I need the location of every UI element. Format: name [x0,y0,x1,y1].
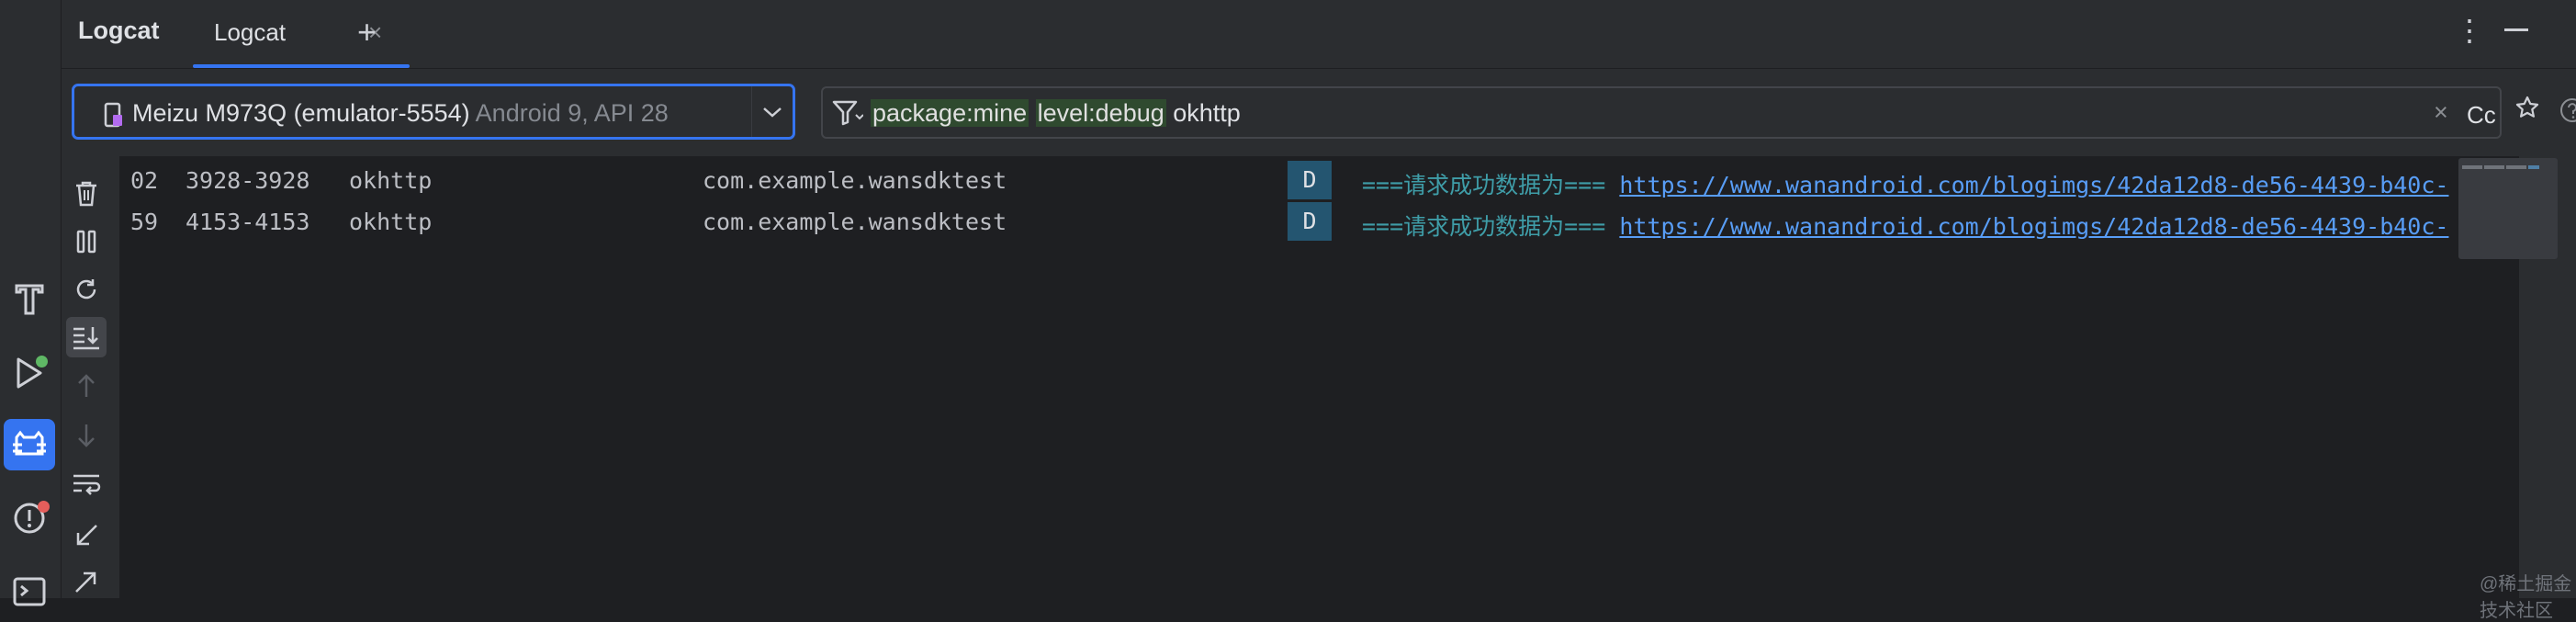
filter-text: okhttp [1173,99,1241,127]
device-icon [104,102,122,128]
device-api: Android 9, API 28 [475,99,669,127]
help-icon [2560,98,2576,122]
terminal-tool-button[interactable] [4,566,55,617]
tab-logcat[interactable]: Logcat × [193,0,413,68]
minimap-line [2528,165,2539,169]
soft-wrap-icon [73,474,101,495]
log-message: ===请求成功数据为=== https://www.wanandroid.com… [1362,167,2448,200]
filter-token-package: package:mine [871,99,1029,127]
arrow-up-icon [78,374,95,397]
active-tab-indicator [193,64,410,68]
filter-icon [832,100,863,126]
build-tool-button[interactable] [4,274,55,325]
problems-tool-button[interactable] [4,492,55,544]
scroll-to-end-icon [73,327,99,350]
log-package: com.example.wansdktest [703,209,1007,235]
collapse-icon [76,525,97,546]
device-name: Meizu M973Q (emulator-5554) [132,99,470,127]
next-occurrence-button[interactable] [66,415,107,456]
pause-icon [76,230,96,254]
previous-occurrence-button[interactable] [66,366,107,406]
fold-button[interactable] [66,515,107,556]
log-tag: okhttp [349,209,433,235]
device-selector[interactable]: Meizu M973Q (emulator-5554) Android 9, A… [72,84,795,140]
device-dropdown-button[interactable] [751,86,793,137]
more-options-icon[interactable]: ⋮ [2455,13,2484,48]
log-pid-tid: 3928-3928 [186,167,310,194]
restart-icon [76,279,96,300]
log-level-badge: D [1288,161,1332,199]
match-case-toggle[interactable]: Cc [2467,101,2496,130]
unfold-button[interactable] [66,561,107,602]
log-package: com.example.wansdktest [703,167,1007,194]
filter-token-level: level:debug [1035,99,1166,127]
log-pid-tid: 4153-4153 [186,209,310,235]
tool-window-header: Logcat Logcat × + ⋮ [62,0,2576,69]
favorite-filter-button[interactable] [2509,89,2546,126]
terminal-icon [13,577,46,606]
tool-window-title: Logcat [78,17,160,44]
pause-button[interactable] [66,221,107,262]
log-row[interactable]: 59 4153-4153 okhttp com.example.wansdkte… [119,202,2519,242]
chevron-down-icon [763,107,782,118]
soft-wrap-button[interactable] [66,464,107,504]
tool-window-strip [0,0,62,606]
running-indicator [36,356,48,368]
run-tool-button[interactable] [4,347,55,399]
star-icon [2515,96,2539,118]
log-url-link[interactable]: https://www.wanandroid.com/blogimgs/42da… [1619,172,2448,198]
scroll-to-end-button[interactable] [66,317,107,357]
log-level-badge: D [1288,202,1332,241]
arrow-down-icon [78,424,95,447]
minimap-line [2506,165,2526,169]
log-message-text: ===请求成功数据为=== [1362,172,1606,198]
device-label: Meizu M973Q (emulator-5554) Android 9, A… [132,99,669,128]
minimap-line [2484,165,2504,169]
hammer-icon [15,284,44,315]
logcat-icon [13,430,46,456]
editor-minimap[interactable] [2458,158,2558,259]
filter-query[interactable]: package:mine level:debug okhttp [871,99,1241,128]
clear-logcat-button[interactable] [66,174,107,214]
log-output[interactable]: 02 3928-3928 okhttp com.example.wansdkte… [119,156,2519,598]
filter-field[interactable]: package:mine level:debug okhttp × Cc [821,86,2502,139]
logcat-tool-button[interactable] [4,419,55,470]
watermark: @稀土掘金技术社区 [2480,574,2572,621]
log-time-tail: 02 [130,167,159,194]
log-message: ===请求成功数据为=== https://www.wanandroid.com… [1362,209,2448,242]
log-message-text: ===请求成功数据为=== [1362,213,1606,240]
add-tab-button[interactable]: + [357,13,377,51]
tab-label: Logcat [214,18,287,46]
minimap-line [2462,165,2482,169]
trash-icon [76,181,96,207]
log-row[interactable]: 02 3928-3928 okhttp com.example.wansdkte… [119,161,2519,200]
minimize-icon[interactable] [2504,28,2528,31]
clear-filter-icon[interactable]: × [2434,98,2448,127]
logcat-actions-toolbar [62,156,119,598]
restart-button[interactable] [66,269,107,310]
log-url-link[interactable]: https://www.wanandroid.com/blogimgs/42da… [1619,213,2448,240]
log-tag: okhttp [349,167,433,194]
expand-icon [75,571,96,593]
log-time-tail: 59 [130,209,159,235]
error-indicator [38,501,50,513]
logcat-panel: Logcat Logcat × + ⋮ Meizu M973Q (emulato… [62,0,2576,621]
help-button[interactable] [2559,97,2576,128]
